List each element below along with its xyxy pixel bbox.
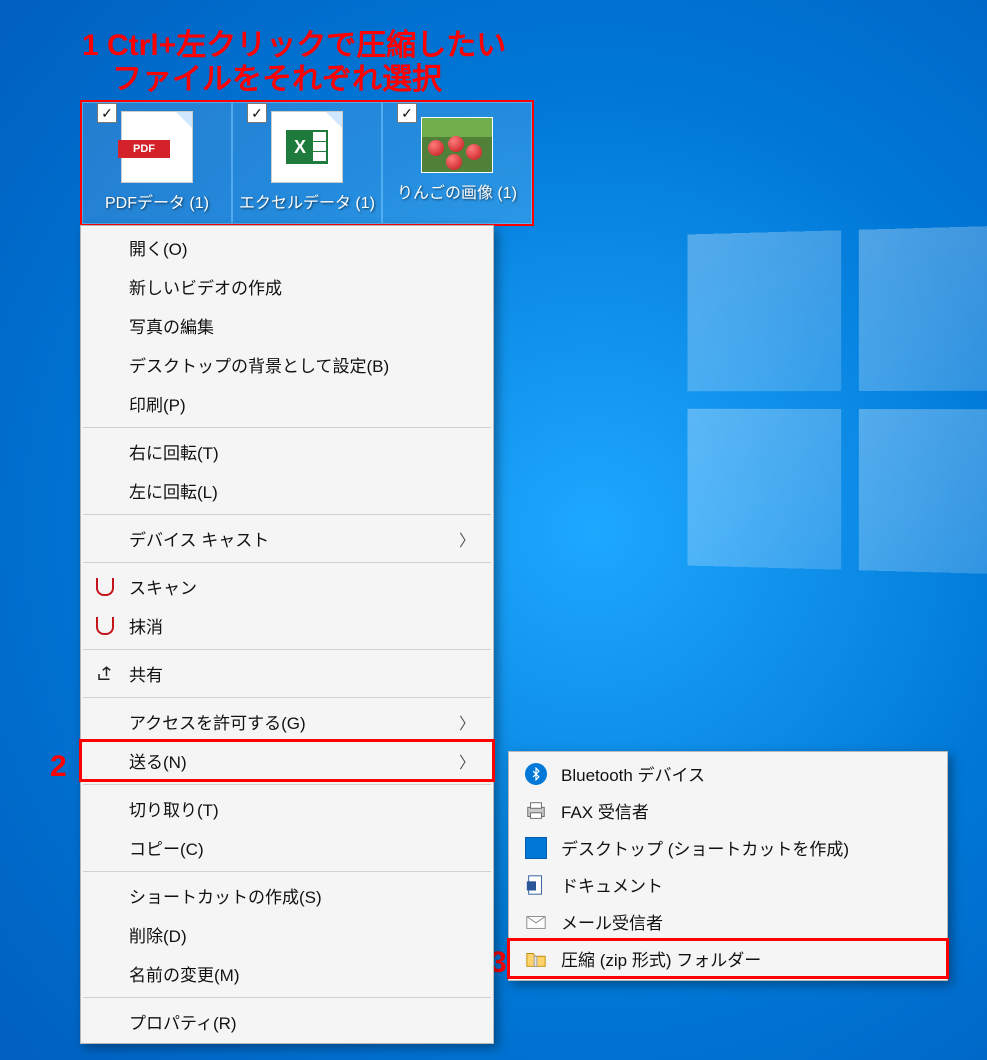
context-menu-item-label: プロパティ(R) [129, 1009, 237, 1034]
context-menu-item-label: 左に回転(L) [129, 478, 218, 503]
context-menu-item-label: 新しいビデオの作成 [129, 274, 282, 299]
desktop-icon [525, 837, 547, 859]
context-menu-item-label: 切り取り(T) [129, 796, 219, 821]
submenu-item-label: メール受信者 [561, 909, 663, 934]
context-menu-item-label: スキャン [129, 574, 197, 599]
submenu-item-label: デスクトップ (ショートカットを作成) [561, 835, 849, 860]
context-menu-item-label: 送る(N) [129, 748, 187, 773]
menu-separator [83, 427, 491, 428]
chevron-right-icon: 〉 [459, 749, 475, 773]
desktop-icon-label: エクセルデータ (1) [239, 189, 375, 213]
context-menu-item[interactable]: 切り取り(T) [81, 789, 493, 828]
context-menu-item[interactable]: 写真の編集 [81, 306, 493, 345]
context-menu-item-label: デスクトップの背景として設定(B) [129, 352, 389, 377]
submenu-item-label: FAX 受信者 [561, 798, 649, 823]
desktop-icon-excel[interactable]: ✓ X エクセルデータ (1) [232, 102, 382, 224]
context-menu-item-label: デバイス キャスト [129, 526, 269, 551]
selection-checkbox[interactable]: ✓ [397, 103, 417, 123]
selection-checkbox[interactable]: ✓ [97, 103, 117, 123]
menu-separator [83, 997, 491, 998]
submenu-item[interactable]: 圧縮 (zip 形式) フォルダー [509, 940, 947, 977]
context-menu-item-label: 共有 [129, 661, 163, 686]
context-menu-item[interactable]: コピー(C) [81, 828, 493, 867]
context-menu-item[interactable]: 印刷(P) [81, 384, 493, 423]
context-menu-item[interactable]: 左に回転(L) [81, 471, 493, 510]
submenu-item[interactable]: FAX 受信者 [509, 792, 947, 829]
menu-separator [83, 562, 491, 563]
context-menu-item[interactable]: 共有 [81, 654, 493, 693]
context-menu-item[interactable]: アクセスを許可する(G) 〉 [81, 702, 493, 741]
context-menu-item[interactable]: デスクトップの背景として設定(B) [81, 345, 493, 384]
context-menu-item[interactable]: プロパティ(R) [81, 1002, 493, 1041]
menu-separator [83, 697, 491, 698]
context-menu-item-label: 写真の編集 [129, 313, 214, 338]
context-menu-item[interactable]: 新しいビデオの作成 [81, 267, 493, 306]
menu-separator [83, 784, 491, 785]
chevron-right-icon: 〉 [459, 710, 475, 734]
desktop-icon-image[interactable]: ✓ りんごの画像 (1) [382, 102, 532, 224]
submenu-item-label: 圧縮 (zip 形式) フォルダー [561, 946, 761, 971]
bluetooth-icon [525, 763, 547, 785]
shield-icon [95, 616, 115, 636]
annotation-step1-line2: ファイルをそれぞれ選択 [112, 62, 442, 98]
document-icon [525, 874, 547, 896]
shield-icon [95, 577, 115, 597]
context-menu-item[interactable]: ショートカットの作成(S) [81, 876, 493, 915]
context-menu-item[interactable]: スキャン [81, 567, 493, 606]
chevron-right-icon: 〉 [459, 527, 475, 551]
menu-separator [83, 871, 491, 872]
context-menu-item-label: 名前の変更(M) [129, 961, 239, 986]
windows-logo [688, 225, 987, 574]
context-menu-item-label: 抹消 [129, 613, 163, 638]
menu-separator [83, 514, 491, 515]
submenu-item[interactable]: Bluetooth デバイス [509, 755, 947, 792]
desktop-icon-label: りんごの画像 (1) [397, 179, 517, 203]
menu-separator [83, 649, 491, 650]
context-menu-item[interactable]: 送る(N) 〉 [81, 741, 493, 780]
annotation-step2-number: 2 [50, 750, 67, 784]
context-menu-item-label: コピー(C) [129, 835, 204, 860]
context-menu-item[interactable]: 抹消 [81, 606, 493, 645]
submenu-item[interactable]: メール受信者 [509, 903, 947, 940]
context-menu-item-label: 右に回転(T) [129, 439, 219, 464]
submenu-item[interactable]: デスクトップ (ショートカットを作成) [509, 829, 947, 866]
desktop-icon-pdf[interactable]: ✓ PDF PDFデータ (1) [82, 102, 232, 224]
sendto-submenu: Bluetooth デバイス FAX 受信者デスクトップ (ショートカットを作成)… [508, 751, 948, 981]
context-menu-item-label: 削除(D) [129, 922, 187, 947]
pdf-file-icon: PDF [121, 111, 193, 183]
share-icon [95, 664, 115, 684]
context-menu: 開く(O) 新しいビデオの作成写真の編集デスクトップの背景として設定(B) 印刷(P… [80, 225, 494, 1044]
submenu-item[interactable]: ドキュメント [509, 866, 947, 903]
context-menu-item-label: アクセスを許可する(G) [129, 709, 306, 734]
context-menu-item[interactable]: デバイス キャスト 〉 [81, 519, 493, 558]
annotation-step1-line1: 1 Ctrl+左クリックで圧縮したい [82, 28, 506, 64]
context-menu-item-label: 印刷(P) [129, 391, 186, 416]
context-menu-item[interactable]: 右に回転(T) [81, 432, 493, 471]
context-menu-item-label: ショートカットの作成(S) [129, 883, 322, 908]
image-file-icon [421, 117, 493, 173]
submenu-item-label: Bluetooth デバイス [561, 761, 705, 786]
context-menu-item-label: 開く(O) [129, 235, 188, 260]
submenu-item-label: ドキュメント [561, 872, 663, 897]
excel-file-icon: X [271, 111, 343, 183]
zip-folder-icon [525, 948, 547, 970]
fax-icon [525, 800, 547, 822]
context-menu-item[interactable]: 名前の変更(M) [81, 954, 493, 993]
selection-checkbox[interactable]: ✓ [247, 103, 267, 123]
selected-icons-group: ✓ PDF PDFデータ (1) ✓ X エクセルデータ (1) ✓ りんごの画… [80, 100, 534, 226]
desktop-icon-label: PDFデータ (1) [105, 189, 209, 213]
context-menu-item[interactable]: 開く(O) [81, 228, 493, 267]
mail-icon [525, 911, 547, 933]
context-menu-item[interactable]: 削除(D) [81, 915, 493, 954]
